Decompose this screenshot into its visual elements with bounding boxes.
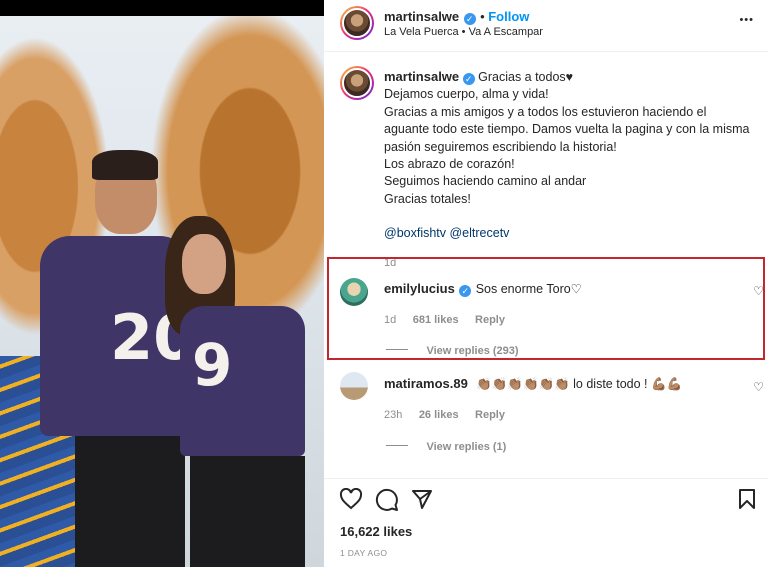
jersey-number-right: 9	[192, 331, 233, 399]
comment-time[interactable]: 23h	[384, 409, 402, 421]
view-replies-button[interactable]: View replies (293)	[426, 345, 518, 357]
caption: martinsalwe ✓ Gracias a todos♥ Dejamos c…	[384, 68, 754, 272]
comment-time[interactable]: 1d	[384, 314, 396, 326]
save-bookmark-icon[interactable]	[738, 488, 756, 510]
commenter-avatar[interactable]	[340, 372, 368, 400]
follow-button[interactable]: Follow	[488, 9, 529, 24]
divider-line	[386, 445, 408, 447]
likes-count[interactable]: 16,622 likes	[340, 524, 412, 539]
caption-line: Los abrazo de corazón!	[384, 157, 515, 172]
like-heart-icon[interactable]	[339, 488, 363, 510]
caption-first-line: Gracias a todos♥	[478, 70, 574, 84]
comment-item: emilylucius ✓ Sos enorme Toro♡ 1d 681 li…	[338, 278, 764, 358]
comment-likes[interactable]: 681 likes	[413, 314, 459, 326]
post-panel: martinsalwe ✓ • Follow La Vela Puerca • …	[324, 0, 768, 567]
caption-avatar[interactable]	[340, 66, 374, 100]
post-media[interactable]: 20 9	[0, 0, 324, 567]
comment-item: matiramos.89 👏🏽👏🏽👏🏽👏🏽👏🏽👏🏽 lo diste todo …	[338, 372, 764, 453]
author-username[interactable]: martinsalwe	[384, 9, 459, 24]
commenter-username[interactable]: emilylucius	[384, 281, 455, 296]
caption-line: Gracias a mis amigos y a todos los estuv…	[384, 104, 750, 154]
post-photo: 20 9	[0, 16, 324, 567]
divider-line	[386, 349, 408, 351]
verified-icon: ✓	[462, 73, 475, 85]
caption-line: Gracias totales!	[384, 191, 471, 206]
view-replies-button[interactable]: View replies (1)	[426, 441, 506, 453]
comment-like-icon[interactable]: ♡	[753, 284, 764, 298]
comment-text: 👏🏽👏🏽👏🏽👏🏽👏🏽👏🏽 lo diste todo ! 💪🏽💪🏽	[476, 377, 683, 391]
comment-likes[interactable]: 26 likes	[419, 409, 459, 421]
comment-reply-button[interactable]: Reply	[475, 409, 505, 421]
post-header: martinsalwe ✓ • Follow La Vela Puerca • …	[324, 0, 768, 52]
person-right: 9	[150, 216, 310, 567]
caption-username[interactable]: martinsalwe	[384, 69, 459, 84]
post-date[interactable]: 1 DAY AGO	[340, 548, 387, 558]
caption-line: Dejamos cuerpo, alma y vida!	[384, 87, 549, 102]
share-icon[interactable]	[411, 488, 433, 510]
more-options-icon[interactable]: •••	[739, 14, 754, 26]
comment-like-icon[interactable]: ♡	[753, 380, 764, 394]
post-location[interactable]: La Vela Puerca • Va A Escampar	[384, 26, 543, 38]
comment-icon[interactable]	[375, 488, 399, 512]
caption-mentions[interactable]: @boxfishtv @eltrecetv	[384, 225, 754, 242]
commenter-username[interactable]: matiramos.89	[384, 376, 468, 391]
instagram-post: 20 9 martinsalwe ✓ • Follow La Vela Puer…	[0, 0, 768, 567]
commenter-avatar[interactable]	[340, 278, 368, 306]
comment-reply-button[interactable]: Reply	[475, 314, 505, 326]
comment-text: Sos enorme Toro♡	[475, 282, 582, 296]
post-actions: 16,622 likes 1 DAY AGO	[324, 478, 768, 567]
verified-icon: ✓	[463, 13, 476, 25]
caption-line: Seguimos haciendo camino al andar	[384, 174, 587, 189]
author-avatar[interactable]	[340, 6, 374, 40]
verified-icon: ✓	[459, 285, 472, 297]
